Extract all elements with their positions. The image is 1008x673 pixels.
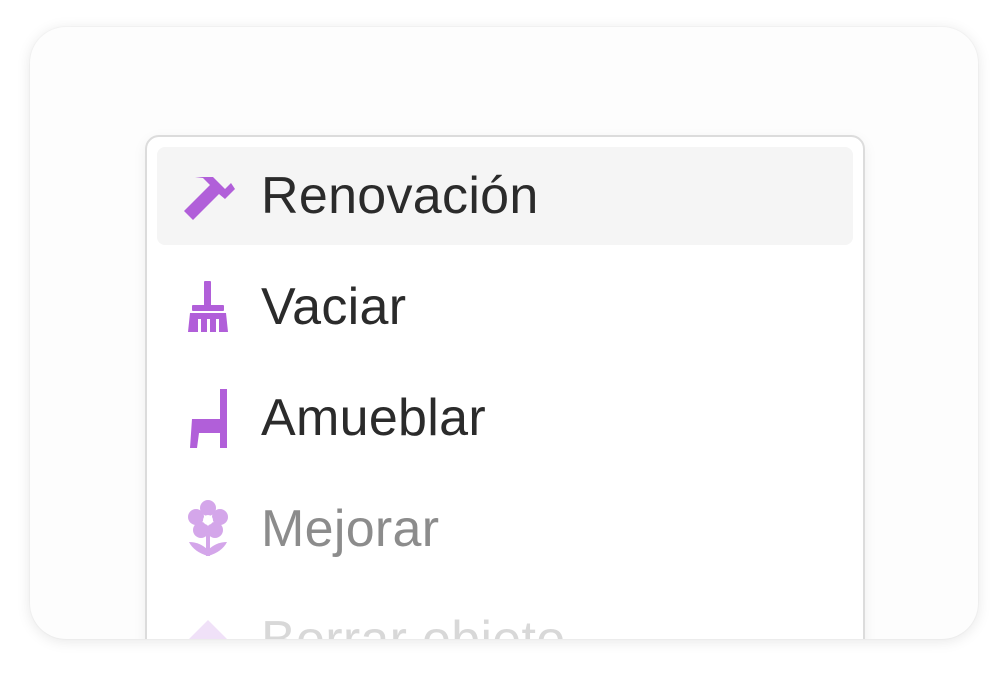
menu-item-label: Mejorar xyxy=(261,500,440,558)
menu-item-vaciar[interactable]: Vaciar xyxy=(157,258,853,356)
dropdown-menu: Renovación Vaciar Amueblar Mejorar xyxy=(145,135,865,639)
menu-item-borrar-objeto[interactable]: Borrar objeto xyxy=(157,591,853,639)
flower-icon xyxy=(179,497,237,561)
hammer-icon xyxy=(179,164,237,228)
app-card: Renovación Vaciar Amueblar Mejorar xyxy=(30,27,978,639)
menu-item-label: Borrar objeto xyxy=(261,610,566,639)
menu-item-label: Amueblar xyxy=(261,389,486,447)
menu-item-label: Renovación xyxy=(261,167,539,225)
broom-icon xyxy=(179,275,237,339)
menu-item-renovacion[interactable]: Renovación xyxy=(157,147,853,245)
menu-item-label: Vaciar xyxy=(261,278,407,336)
menu-item-mejorar[interactable]: Mejorar xyxy=(157,480,853,578)
eraser-icon xyxy=(179,608,237,639)
chair-icon xyxy=(179,386,237,450)
menu-item-amueblar[interactable]: Amueblar xyxy=(157,369,853,467)
